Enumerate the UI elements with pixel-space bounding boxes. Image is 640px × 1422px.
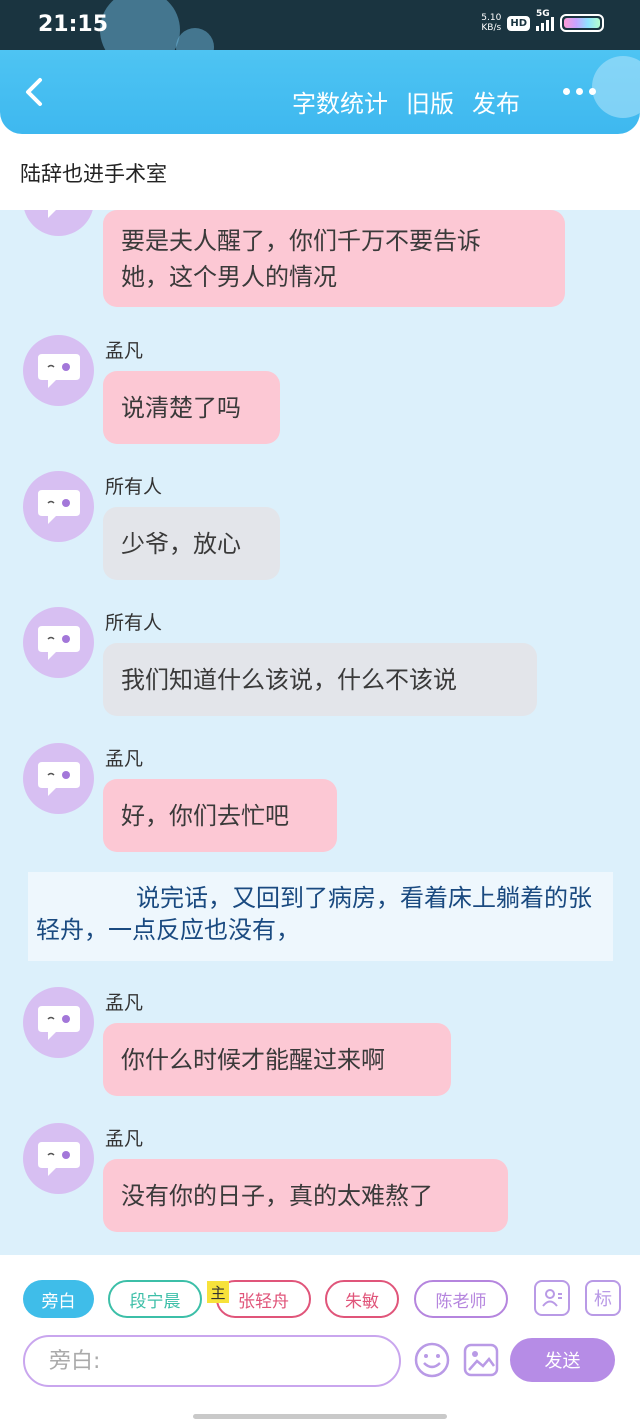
role-chip-duan-ningchen[interactable]: 段宁晨	[108, 1280, 202, 1318]
message-bubble[interactable]: 要是夫人醒了，你们千万不要告诉 她，这个男人的情况	[103, 210, 565, 307]
speaker-name: 所有人	[105, 612, 163, 634]
message-bubble[interactable]: 没有你的日子，真的太难熬了	[103, 1159, 508, 1232]
word-count-button[interactable]: 字数统计	[292, 84, 388, 119]
decorative-bubble	[176, 28, 214, 50]
signal-icon: 5G	[536, 9, 554, 31]
message-bubble[interactable]: 我们知道什么该说，什么不该说	[103, 643, 537, 716]
role-chip-teacher-chen[interactable]: 陈老师	[414, 1280, 508, 1318]
speech-bubble-icon	[37, 353, 80, 388]
narration-block[interactable]: 说完话，又回到了病房，看着床上躺着的张轻舟，一点反应也没有，	[28, 872, 613, 961]
image-icon[interactable]	[463, 1342, 499, 1378]
speech-bubble-icon	[37, 1005, 80, 1040]
speech-bubble-icon	[47, 210, 55, 218]
role-chip-zhang-qingzhou[interactable]: 张轻舟	[216, 1280, 311, 1318]
message-bubble[interactable]: 你什么时候才能醒过来啊	[103, 1023, 451, 1096]
message-input[interactable]	[23, 1335, 401, 1387]
old-version-button[interactable]: 旧版	[406, 84, 454, 119]
avatar[interactable]	[23, 210, 94, 236]
speech-bubble-icon	[37, 1141, 80, 1176]
hd-icon: HD	[507, 15, 530, 31]
publish-button[interactable]: 发布	[472, 84, 520, 119]
speaker-name: 孟凡	[105, 992, 144, 1014]
role-chip-narrator[interactable]: 旁白	[23, 1280, 94, 1318]
composer-panel: 旁白 段宁晨 张轻舟 主 朱敏 陈老师 标 发送	[0, 1255, 640, 1388]
battery-icon	[560, 14, 604, 32]
decorative-bubble	[100, 0, 180, 50]
network-speed: 5.10 KB/s	[481, 13, 502, 33]
mark-icon[interactable]: 标	[585, 1280, 621, 1316]
avatar[interactable]	[23, 987, 94, 1058]
status-time: 21:15	[38, 12, 109, 37]
network-type: 5G	[536, 9, 550, 19]
avatar[interactable]	[23, 1123, 94, 1194]
message-bubble[interactable]: 好，你们去忙吧	[103, 779, 337, 852]
gesture-bar	[0, 1388, 640, 1422]
back-arrow-icon[interactable]	[18, 74, 54, 110]
speaker-name: 孟凡	[105, 340, 144, 362]
role-chip-zhu-min[interactable]: 朱敏	[325, 1280, 399, 1318]
avatar[interactable]	[23, 471, 94, 542]
status-bar: 21:15 5.10 KB/s HD 5G	[0, 0, 640, 50]
send-button[interactable]: 发送	[510, 1338, 615, 1382]
chat-area[interactable]: 要是夫人醒了，你们千万不要告诉 她，这个男人的情况 孟凡 说清楚了吗 所有人 少…	[0, 210, 640, 1255]
app-header: 字数统计 旧版 发布	[0, 50, 640, 134]
decorative-bubble	[592, 56, 640, 118]
avatar[interactable]	[23, 335, 94, 406]
speech-bubble-icon	[37, 625, 80, 660]
main-role-badge: 主	[207, 1281, 229, 1303]
header-actions: 字数统计 旧版 发布	[292, 84, 520, 119]
status-indicators: 5.10 KB/s HD 5G	[481, 9, 604, 33]
speaker-name: 孟凡	[105, 748, 144, 770]
role-manage-icon[interactable]	[534, 1280, 570, 1316]
avatar[interactable]	[23, 743, 94, 814]
document-title: 陆辞也进手术室	[20, 162, 167, 186]
home-indicator[interactable]	[193, 1414, 447, 1419]
emoji-icon[interactable]	[414, 1342, 450, 1378]
speech-bubble-icon	[37, 761, 80, 796]
more-options-icon[interactable]	[563, 88, 596, 95]
speech-bubble-icon	[37, 489, 80, 524]
avatar[interactable]	[23, 607, 94, 678]
message-bubble[interactable]: 少爷，放心	[103, 507, 280, 580]
speaker-name: 所有人	[105, 476, 163, 498]
speaker-name: 孟凡	[105, 1128, 144, 1150]
message-bubble[interactable]: 说清楚了吗	[103, 371, 280, 444]
